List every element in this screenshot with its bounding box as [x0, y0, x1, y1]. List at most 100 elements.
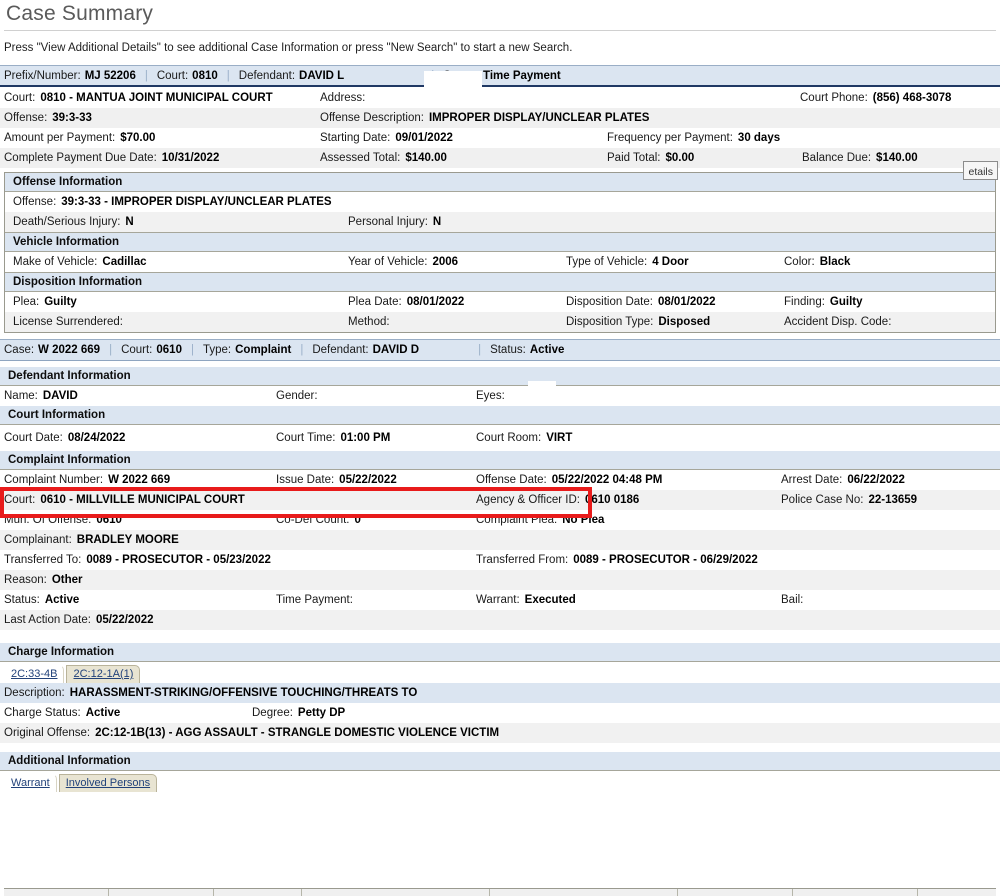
color-label: Color: [784, 256, 815, 268]
plea-date-label: Plea Date: [348, 296, 402, 308]
original-offense-label: Original Offense: [4, 727, 91, 739]
frequency-per-payment-value: 30 days [737, 132, 781, 144]
warrant-label: Warrant: [476, 594, 520, 606]
last-action-date-label: Last Action Date: [4, 614, 91, 626]
section-header-defendant-information: Defendant Information [0, 367, 1000, 386]
finding-value: Guilty [829, 296, 863, 308]
agency-officer-id-label: Agency & Officer ID: [476, 494, 580, 506]
court-date-label: Court Date: [4, 432, 63, 444]
complete-payment-due-date-label: Complete Payment Due Date: [4, 152, 157, 164]
table-column-divider [302, 889, 490, 896]
type-of-vehicle-label: Type of Vehicle: [566, 256, 648, 268]
redaction-overlay [528, 381, 556, 405]
detail-row: Make of Vehicle: Cadillac Year of Vehicle… [5, 252, 995, 272]
plea-label: Plea: [13, 296, 40, 308]
section-header-offense-information: Offense Information [5, 173, 995, 192]
case-label: Case: [4, 344, 35, 356]
co-def-count-value: 0 [354, 514, 361, 526]
assessed-total-value: $140.00 [405, 152, 447, 164]
additional-tab-involved-persons[interactable]: Involved Persons [58, 774, 158, 792]
section-header-complaint-information: Complaint Information [0, 451, 1000, 470]
starting-date-value: 09/01/2022 [395, 132, 453, 144]
eyes-label: Eyes: [476, 390, 505, 402]
degree-label: Degree: [252, 707, 293, 719]
status-value: Active [529, 344, 565, 356]
detail-row: Complaint Number: W 2022 669 Issue Date: 0… [0, 470, 1000, 490]
case-header-bar-ticket: Prefix/Number: MJ 52206 | Court: 0810 | … [0, 65, 1000, 87]
bail-label: Bail: [781, 594, 804, 606]
year-of-vehicle-label: Year of Vehicle: [348, 256, 428, 268]
mun-of-offense-value: 0610 [96, 514, 122, 526]
color-value: Black [819, 256, 851, 268]
court-label: Court: [121, 344, 153, 356]
issue-date-value: 05/22/2022 [339, 474, 397, 486]
offense-label: Offense: [4, 112, 48, 124]
case-header-bar-complaint: Case: W 2022 669 | Court: 0610 | Type: C… [0, 339, 1000, 361]
paid-total-label: Paid Total: [607, 152, 661, 164]
time-payment-label: Time Payment: [276, 594, 353, 606]
charge-status-label: Charge Status: [4, 707, 81, 719]
court-room-label: Court Room: [476, 432, 542, 444]
divider: | [190, 344, 194, 356]
charge-tab-2[interactable]: 2C:12-1A(1) [66, 665, 141, 683]
detail-row: Status: Active Time Payment: Warrant: Exec… [0, 590, 1000, 610]
status-value: Time Payment [483, 69, 561, 82]
charge-description-row: Description: HARASSMENT-STRIKING/OFFENSIV… [0, 683, 1000, 703]
warrant-table-header-partial [4, 888, 996, 896]
divider: | [144, 69, 148, 82]
spacer [0, 630, 1000, 643]
divider: | [300, 344, 304, 356]
status-label: Status: [490, 344, 526, 356]
license-surrendered-label: License Surrendered: [13, 316, 123, 328]
section-header-court-information: Court Information [0, 406, 1000, 425]
court-value: 0610 [156, 344, 182, 356]
court-time-label: Court Time: [276, 432, 336, 444]
spacer [0, 743, 1000, 752]
agency-officer-id-value: 0610 0186 [584, 494, 640, 506]
ticket-detail-panel: etails Offense Information Offense: 39:3-… [4, 161, 998, 333]
name-label: Name: [4, 390, 38, 402]
detail-row: Plea: Guilty Plea Date: 08/01/2022 Disposi… [5, 292, 995, 312]
arrest-date-label: Arrest Date: [781, 474, 843, 486]
court-value: 0810 [192, 69, 218, 82]
make-of-vehicle-label: Make of Vehicle: [13, 256, 98, 268]
transferred-from-label: Transferred From: [476, 554, 569, 566]
additional-tab-warrant[interactable]: Warrant [4, 774, 57, 792]
personal-injury-label: Personal Injury: [348, 216, 428, 228]
table-column-divider [214, 889, 302, 896]
frequency-per-payment-label: Frequency per Payment: [607, 132, 733, 144]
summary-row: Complete Payment Due Date: 10/31/2022 Ass… [0, 148, 1000, 168]
summary-row: Offense: 39:3-33 Offense Description: IMPR… [0, 108, 1000, 128]
court-room-value: VIRT [546, 432, 573, 444]
complaint-number-value: W 2022 669 [108, 474, 171, 486]
gender-label: Gender: [276, 390, 318, 402]
detail-row: Charge Status: Active Degree: Petty DP [0, 703, 1000, 723]
court-date-value: 08/24/2022 [67, 432, 126, 444]
charge-tab-1[interactable]: 2C:33-4B [4, 665, 65, 683]
complete-payment-due-date-value: 10/31/2022 [161, 152, 220, 164]
method-label: Method: [348, 316, 390, 328]
view-additional-details-button[interactable]: etails [963, 161, 998, 180]
table-column-divider [490, 889, 678, 896]
court-information-row: Court Date: 08/24/2022 Court Time: 01:00 P… [0, 425, 1000, 451]
name-value: DAVID [42, 390, 78, 402]
detail-row: License Surrendered: Method: Disposition… [5, 312, 995, 332]
starting-date-label: Starting Date: [320, 132, 391, 144]
reason-label: Reason: [4, 574, 47, 586]
table-column-divider [678, 889, 793, 896]
transferred-to-label: Transferred To: [4, 554, 82, 566]
section-header-additional-information: Additional Information [0, 752, 1000, 771]
offense-date-value: 05/22/2022 04:48 PM [551, 474, 663, 486]
offense-date-label: Offense Date: [476, 474, 547, 486]
detail-row: Offense: 39:3-33 - IMPROPER DISPLAY/UNCLE… [5, 192, 995, 212]
death-serious-injury-value: N [125, 216, 134, 228]
disposition-type-label: Disposition Type: [566, 316, 654, 328]
police-case-no-label: Police Case No: [781, 494, 864, 506]
warrant-value: Executed [524, 594, 576, 606]
type-value: Complaint [235, 344, 292, 356]
offense-value: 39:3-33 - IMPROPER DISPLAY/UNCLEAR PLATE… [61, 196, 332, 208]
type-label: Type: [202, 344, 232, 356]
court-value: 0610 - MILLVILLE MUNICIPAL COURT [40, 494, 245, 506]
transferred-from-value: 0089 - PROSECUTOR - 06/29/2022 [573, 554, 758, 566]
prefix-number-label: Prefix/Number: [4, 69, 81, 82]
